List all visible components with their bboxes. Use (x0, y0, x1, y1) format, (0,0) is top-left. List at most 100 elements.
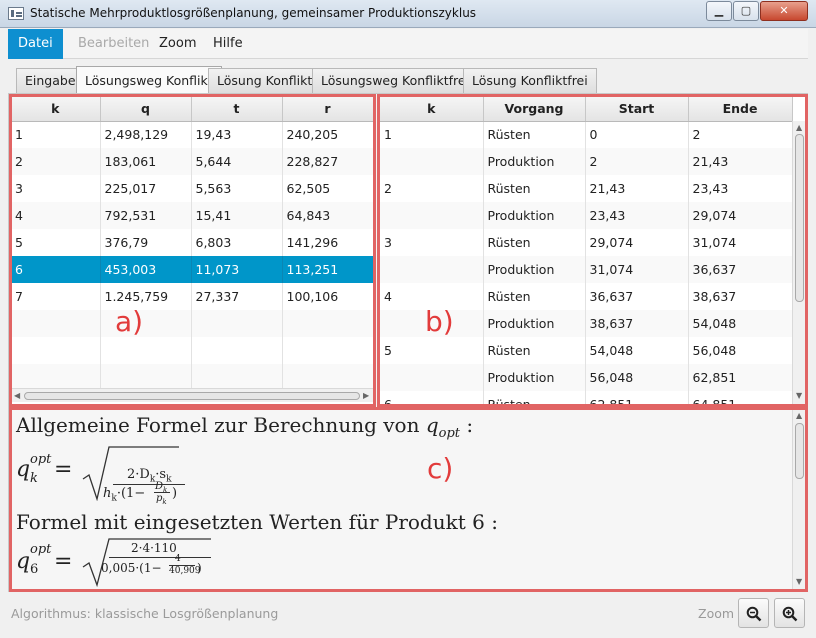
table-row[interactable]: 4 792,531 15,41 64,843 (11, 202, 373, 229)
equals-sign: = (54, 457, 73, 482)
column-header-t[interactable]: t (191, 96, 283, 122)
cell-q: 225,017 (100, 175, 192, 202)
cell-start: 21,43 (585, 175, 689, 202)
menu-datei[interactable]: Datei (8, 29, 63, 59)
cell-ende: 31,074 (688, 229, 793, 256)
column-header-k[interactable]: k (380, 96, 484, 122)
cell-k: 1 (380, 121, 484, 148)
zoom-in-icon (782, 606, 798, 622)
scroll-down-icon[interactable]: ▼ (796, 389, 802, 403)
column-header-start[interactable]: Start (585, 96, 689, 122)
table-row[interactable]: Produktion 2 21,43 (380, 148, 793, 175)
den2-close: ) (197, 561, 202, 575)
lhs-var: q (16, 457, 31, 482)
table-row[interactable]: 2 183,061 5,644 228,827 (11, 148, 373, 175)
cell-r: 64,843 (282, 202, 373, 229)
cell-t: 5,644 (191, 148, 283, 175)
table-b[interactable]: k Vorgang Start Ende 1 Rüsten 0 2 Produktio… (380, 96, 793, 404)
cell-start: 2 (585, 148, 689, 175)
cell-k (380, 148, 484, 175)
lhs-sup: opt (30, 452, 52, 467)
menu-hilfe[interactable]: Hilfe (203, 29, 253, 59)
lhs-general: q (16, 457, 30, 482)
den1-close: ) (172, 486, 178, 501)
menu-zoom[interactable]: Zoom (149, 29, 206, 59)
scroll-up-icon[interactable]: ▲ (796, 121, 802, 135)
column-header-k[interactable]: k (11, 96, 101, 122)
scroll-right-icon[interactable]: ▶ (363, 389, 369, 403)
cell-r: 113,251 (282, 256, 373, 283)
column-header-ende[interactable]: Ende (688, 96, 793, 122)
horizontal-scrollbar[interactable]: ◀ ▶ (11, 388, 373, 402)
formula-panel: Allgemeine Formel zur Berechnung von qop… (11, 409, 806, 590)
lhs-sub: k (30, 471, 38, 486)
tab-loesung-konflikt[interactable]: Lösung Konflikt (208, 68, 322, 93)
table-row[interactable]: Produktion 23,43 29,074 (380, 202, 793, 229)
zoom-in-button[interactable] (774, 598, 805, 628)
lhs-values: q (16, 549, 30, 574)
scroll-down-icon[interactable]: ▼ (796, 575, 802, 589)
cell-ende: 2 (688, 121, 793, 148)
fraction-line-2 (109, 557, 211, 558)
cell-start: 36,637 (585, 283, 689, 310)
table-row[interactable]: 6Rüsten62,85164,851 (380, 391, 793, 404)
status-bar: Algorithmus: klassische Losgrößenplanung… (0, 595, 816, 638)
tab-eingabe[interactable]: Eingabe (16, 68, 85, 93)
tab-loesungsweg-konflikt[interactable]: Lösungsweg Konflikt (76, 66, 222, 94)
empty-row (11, 364, 373, 391)
cell-k: 5 (11, 229, 101, 256)
cell-vorgang: Produktion (483, 310, 586, 337)
maximize-button[interactable]: ▢ (733, 1, 759, 21)
table-row[interactable]: 2 Rüsten 21,43 23,43 (380, 175, 793, 202)
zoom-out-button[interactable] (738, 598, 769, 628)
table-row[interactable]: Produktion 31,074 36,637 (380, 256, 793, 283)
tab-bar: Eingabe Lösungsweg Konflikt Lösung Konfl… (8, 66, 808, 94)
tab-loesungsweg-konfliktfrei[interactable]: Lösungsweg Konfliktfrei (312, 68, 479, 93)
app-icon (8, 7, 24, 20)
cell-start: 56,048 (585, 364, 689, 391)
cell-t: 19,43 (191, 121, 283, 148)
cell-k (380, 364, 484, 391)
table-row[interactable]: 7 1.245,759 27,337 100,106 (11, 283, 373, 310)
table-row[interactable]: 3 225,017 5,563 62,505 (11, 175, 373, 202)
column-header-vorgang[interactable]: Vorgang (483, 96, 586, 122)
table-row[interactable]: 1 2,498,129 19,43 240,205 (11, 121, 373, 148)
tab-loesung-konfliktfrei[interactable]: Lösung Konfliktfrei (463, 68, 597, 93)
scrollbar-thumb[interactable] (795, 134, 804, 302)
vertical-scrollbar[interactable]: ▲ ▼ (792, 121, 806, 404)
column-header-r[interactable]: r (282, 96, 373, 122)
cell-start: 62,851 (585, 391, 689, 404)
table-row-selected[interactable]: 6 453,003 11,073 113,251 (11, 256, 373, 283)
table-row[interactable]: 5 Rüsten 54,048 56,048 (380, 337, 793, 364)
scroll-left-icon[interactable]: ◀ (14, 389, 20, 403)
minimize-button[interactable]: ▁ (706, 1, 732, 21)
heading-var: q (425, 413, 439, 437)
num1-a: 2·D (127, 467, 150, 482)
cell-q: 376,79 (100, 229, 192, 256)
vertical-scrollbar[interactable]: ▲ ▼ (792, 409, 806, 590)
zoom-label: Zoom (698, 606, 735, 621)
cell-r: 62,505 (282, 175, 373, 202)
lhs2-sub: 6 (30, 562, 39, 577)
column-header-q[interactable]: q (100, 96, 192, 122)
cell-ende: 21,43 (688, 148, 793, 175)
cell-start: 23,43 (585, 202, 689, 229)
cell-ende: 54,048 (688, 310, 793, 337)
table-row[interactable]: 3 Rüsten 29,074 31,074 (380, 229, 793, 256)
cell-k (380, 202, 484, 229)
empty-row (11, 337, 373, 364)
table-row[interactable]: 1 Rüsten 0 2 (380, 121, 793, 148)
scrollbar-thumb[interactable] (795, 423, 804, 479)
scroll-up-icon[interactable]: ▲ (796, 409, 802, 423)
cell-k: 2 (11, 148, 101, 175)
close-button[interactable]: ✕ (760, 1, 808, 21)
heading-suffix: : (466, 413, 474, 437)
cell-t: 11,073 (191, 256, 283, 283)
table-row[interactable]: 5 376,79 6,803 141,296 (11, 229, 373, 256)
table-row[interactable]: Produktion 56,048 62,851 (380, 364, 793, 391)
heading-var-sub: opt (438, 426, 461, 441)
scrollbar-thumb[interactable] (24, 392, 360, 400)
lhs2-var: q (16, 549, 31, 574)
table-a[interactable]: k q t r 1 2,498,129 19,43 240,205 2 183,061 5… (11, 96, 373, 391)
cell-k: 3 (380, 229, 484, 256)
